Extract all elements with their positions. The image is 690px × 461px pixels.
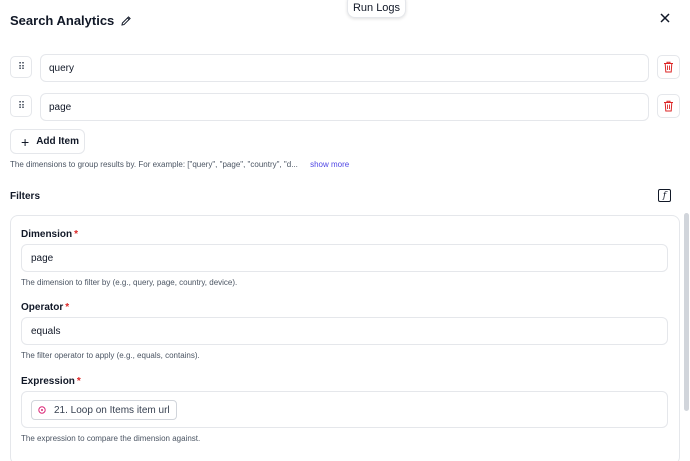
required-mark: *: [65, 302, 70, 313]
plus-icon: +: [21, 133, 30, 150]
add-item-label: Add Item: [36, 136, 79, 147]
operator-label: Operator *: [21, 302, 69, 313]
dimensions-help-text: The dimensions to group results by. For …: [10, 160, 298, 169]
drag-handle-icon[interactable]: ⠿: [10, 56, 32, 78]
show-more-link[interactable]: show more: [310, 160, 349, 169]
trash-icon[interactable]: [657, 94, 680, 118]
scrollbar[interactable]: [684, 213, 689, 411]
filters-heading: Filters: [10, 191, 41, 202]
pencil-icon[interactable]: [120, 14, 132, 26]
dimension-item-input[interactable]: page: [40, 93, 649, 121]
dimensions-help: The dimensions to group results by. For …: [10, 160, 349, 169]
dimension-item-input[interactable]: query: [40, 54, 649, 82]
expression-label-text: Expression: [21, 376, 75, 387]
dimension-label-text: Dimension: [21, 229, 73, 240]
close-icon[interactable]: [658, 11, 672, 25]
expression-chip-text: 21. Loop on Items item url: [54, 404, 170, 416]
trash-icon[interactable]: [657, 55, 680, 79]
expression-help: The expression to compare the dimension …: [21, 434, 201, 443]
required-mark: *: [76, 376, 81, 387]
expression-field[interactable]: 21. Loop on Items item url: [21, 391, 668, 428]
dimension-help: The dimension to filter by (e.g., query,…: [21, 278, 238, 287]
required-mark: *: [74, 229, 79, 240]
drag-handle-icon[interactable]: ⠿: [10, 95, 32, 117]
add-item-button[interactable]: + Add Item: [10, 129, 85, 154]
dimension-field[interactable]: page: [21, 244, 668, 272]
list-item: ⠿ page: [10, 93, 680, 121]
expression-label: Expression *: [21, 376, 81, 387]
operator-field[interactable]: equals: [21, 317, 668, 345]
loop-icon: [37, 405, 47, 415]
list-item: ⠿ query: [10, 54, 680, 82]
operator-label-text: Operator: [21, 302, 64, 313]
dimension-label: Dimension *: [21, 229, 78, 240]
page-title: Search Analytics: [10, 12, 115, 28]
run-logs-button[interactable]: Run Logs: [347, 0, 406, 18]
operator-help: The filter operator to apply (e.g., equa…: [21, 351, 200, 360]
expression-chip[interactable]: 21. Loop on Items item url: [31, 400, 177, 420]
header: Search Analytics: [10, 10, 132, 30]
function-icon[interactable]: f: [658, 189, 671, 202]
